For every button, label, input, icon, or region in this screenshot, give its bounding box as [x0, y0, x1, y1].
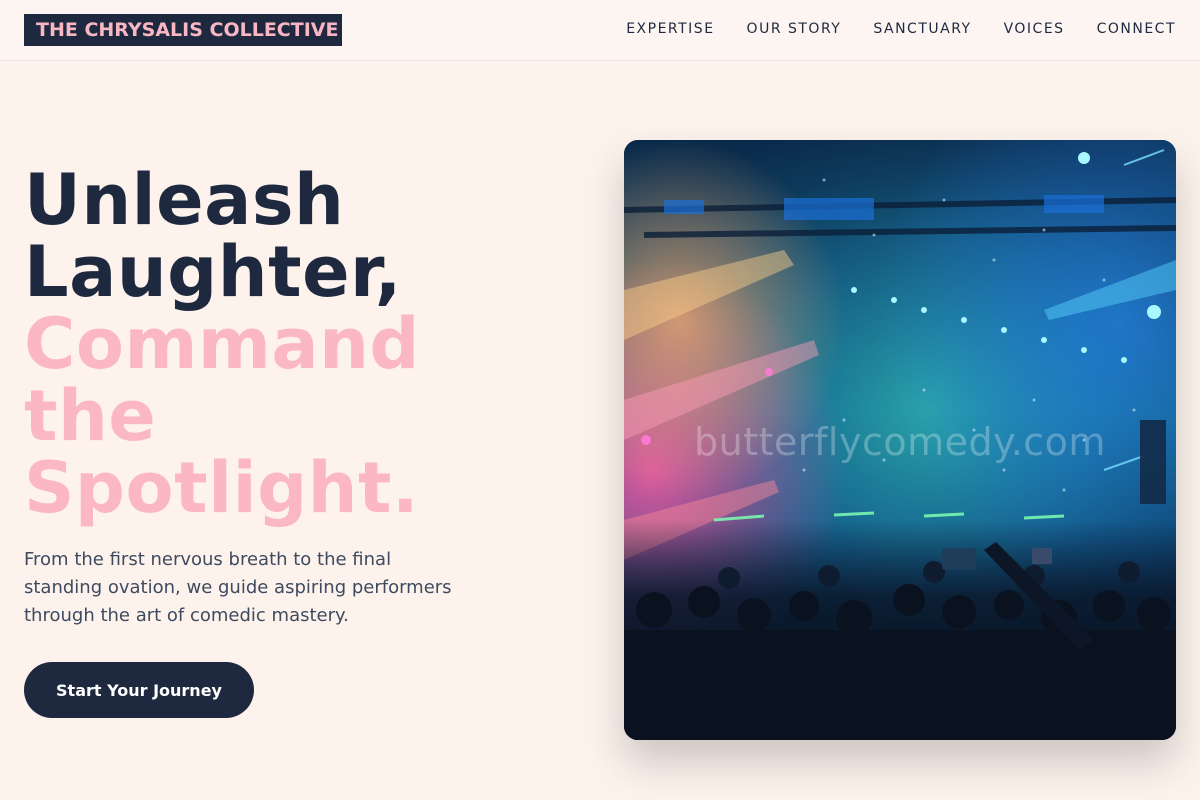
hero-accent-line-3: Spotlight.	[24, 447, 420, 529]
hero-description: From the first nervous breath to the fin…	[24, 549, 452, 626]
nav-item-expertise[interactable]: EXPERTISE	[626, 19, 714, 39]
hero-title-line-2: Laughter,	[24, 231, 402, 313]
main-nav: EXPERTISE OUR STORY SANCTUARY VOICES CON…	[626, 19, 1176, 39]
hero-accent-line-2: the	[24, 375, 157, 457]
hero-title: Unleash Laughter, Command the Spotlight.	[24, 164, 584, 524]
nav-item-voices[interactable]: VOICES	[1004, 19, 1065, 39]
hero-title-line-1: Unleash	[24, 159, 345, 241]
start-journey-button[interactable]: Start Your Journey	[24, 662, 254, 718]
image-watermark: butterflycomedy.com	[694, 420, 1106, 464]
nav-item-connect[interactable]: CONNECT	[1097, 19, 1176, 39]
nav-item-sanctuary[interactable]: SANCTUARY	[873, 19, 971, 39]
brand-logo[interactable]: THE CHRYSALIS COLLECTIVE	[24, 14, 342, 46]
hero-concert-image: butterflycomedy.com	[624, 140, 1176, 740]
nav-item-our-story[interactable]: OUR STORY	[747, 19, 842, 39]
hero-accent-line-1: Command	[24, 303, 421, 385]
site-header: THE CHRYSALIS COLLECTIVE EXPERTISE OUR S…	[0, 0, 1200, 61]
